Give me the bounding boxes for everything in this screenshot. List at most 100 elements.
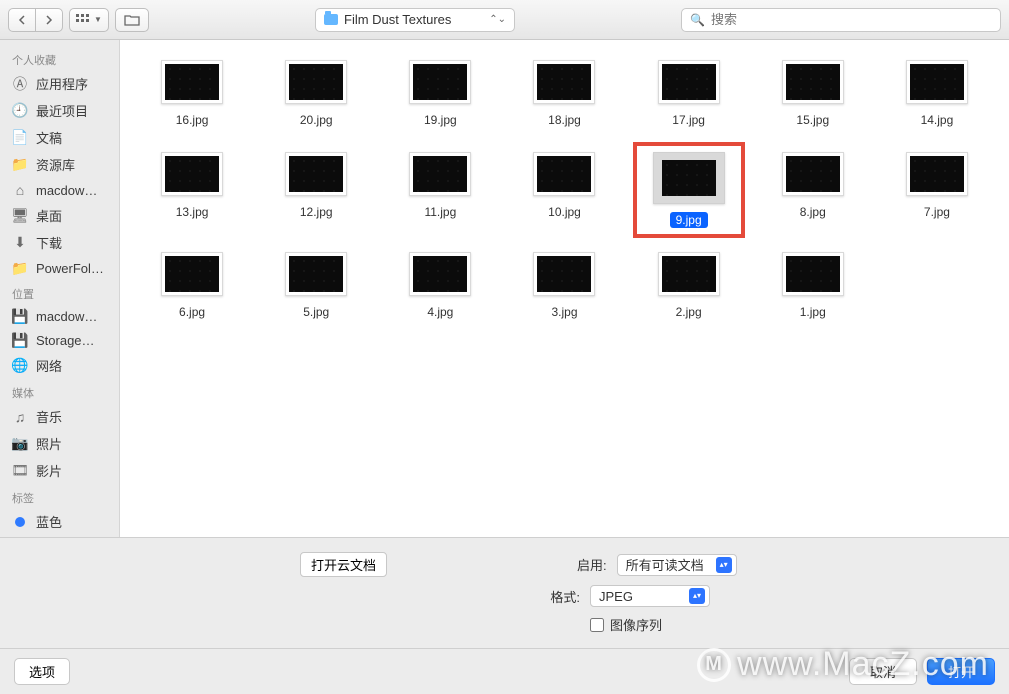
toolbar: ▼ Film Dust Textures ⌃⌄ 🔍 — [0, 0, 1009, 40]
photo-icon: 📷 — [12, 436, 28, 452]
sidebar-item[interactable]: 💾Storage… — [0, 328, 119, 352]
disk-icon: 💾 — [12, 332, 28, 348]
file-thumbnail — [285, 60, 347, 104]
file-item[interactable]: 20.jpg — [254, 60, 378, 128]
file-item[interactable]: 4.jpg — [378, 252, 502, 320]
file-item[interactable]: 11.jpg — [378, 152, 502, 228]
file-name: 2.jpg — [670, 304, 708, 320]
docs-icon: 📄 — [12, 130, 28, 146]
file-item[interactable]: 5.jpg — [254, 252, 378, 320]
options-button[interactable]: 选项 — [14, 658, 70, 685]
sidebar-item[interactable]: 📄文稿 — [0, 124, 119, 151]
enable-label: 启用: — [577, 555, 607, 574]
search-field[interactable]: 🔍 — [681, 8, 1001, 32]
movie-icon: 🎞 — [12, 463, 28, 479]
sequence-checkbox[interactable]: 图像序列 — [590, 615, 989, 634]
file-name: 13.jpg — [170, 204, 215, 220]
sidebar-item[interactable]: 💾macdow… — [0, 304, 119, 328]
sidebar-section-title: 媒体 — [0, 379, 119, 403]
file-name: 10.jpg — [542, 204, 587, 220]
sidebar-item[interactable]: 📁PowerFol… — [0, 256, 119, 280]
sidebar-item[interactable]: 🎞影片 — [0, 457, 119, 484]
file-name: 14.jpg — [915, 112, 960, 128]
thumbnail-image — [413, 156, 467, 192]
file-item[interactable]: 12.jpg — [254, 152, 378, 228]
file-thumbnail — [161, 152, 223, 196]
file-name: 18.jpg — [542, 112, 587, 128]
file-item[interactable]: 19.jpg — [378, 60, 502, 128]
format-select[interactable]: JPEG ▴▾ — [590, 585, 710, 607]
file-item[interactable]: 10.jpg — [502, 152, 626, 228]
file-name: 4.jpg — [421, 304, 459, 320]
download-icon: ⬇ — [12, 235, 28, 251]
updown-icon: ▴▾ — [689, 588, 705, 604]
sidebar-item[interactable]: 蓝色 — [0, 508, 119, 535]
thumbnail-image — [662, 160, 716, 196]
file-item[interactable]: 8.jpg — [751, 152, 875, 228]
file-item[interactable]: 14.jpg — [875, 60, 999, 128]
sidebar-item[interactable]: 📁资源库 — [0, 151, 119, 178]
thumbnail-image — [662, 64, 716, 100]
file-grid-area[interactable]: 16.jpg20.jpg19.jpg 18.jpg 17.jpg 15.jpg 14.j… — [120, 40, 1009, 537]
sequence-input[interactable] — [590, 618, 604, 632]
thumbnail-image — [289, 256, 343, 292]
file-name: 15.jpg — [790, 112, 835, 128]
chevron-right-icon — [45, 15, 53, 25]
file-name: 9.jpg — [670, 212, 708, 228]
file-thumbnail — [409, 252, 471, 296]
sidebar-item-label: macdow… — [36, 309, 97, 324]
watermark-logo-icon: M — [697, 648, 731, 682]
thumbnail-image — [786, 156, 840, 192]
file-item[interactable]: 9.jpg — [627, 152, 751, 228]
thumbnail-image — [537, 156, 591, 192]
sidebar-item-label: 照片 — [36, 434, 62, 453]
sidebar-item[interactable]: 🕘最近项目 — [0, 97, 119, 124]
music-icon: ♫ — [12, 409, 28, 425]
thumbnail-image — [910, 64, 964, 100]
file-item[interactable]: 18.jpg — [502, 60, 626, 128]
group-button[interactable] — [115, 8, 149, 32]
folder-icon: 📁 — [12, 260, 28, 276]
file-item[interactable]: 17.jpg — [627, 60, 751, 128]
file-thumbnail — [161, 252, 223, 296]
file-item[interactable]: 16.jpg — [130, 60, 254, 128]
file-item[interactable]: 6.jpg — [130, 252, 254, 320]
sidebar-item[interactable]: ⌂macdow… — [0, 178, 119, 202]
folder-icon — [324, 14, 338, 25]
file-item[interactable]: 15.jpg — [751, 60, 875, 128]
sidebar-item-label: 桌面 — [36, 206, 62, 225]
globe-icon: 🌐 — [12, 358, 28, 374]
file-item[interactable]: 2.jpg — [627, 252, 751, 320]
file-thumbnail — [533, 60, 595, 104]
cancel-button[interactable]: 取消 — [849, 658, 917, 685]
search-input[interactable] — [711, 12, 992, 27]
file-thumbnail — [782, 252, 844, 296]
thumbnail-image — [289, 156, 343, 192]
sidebar-item[interactable]: 📷 照片 — [0, 430, 119, 457]
sidebar-item[interactable]: 🖥桌面 — [0, 202, 119, 229]
enable-select[interactable]: 所有可读文档 ▴▾ — [617, 554, 737, 576]
file-item[interactable]: 1.jpg — [751, 252, 875, 320]
nav-buttons — [8, 8, 63, 32]
sidebar-item[interactable]: 🌐网络 — [0, 352, 119, 379]
sidebar-item[interactable]: ♫音乐 — [0, 403, 119, 430]
file-item[interactable]: 7.jpg — [875, 152, 999, 228]
view-mode-button[interactable]: ▼ — [69, 8, 109, 32]
path-control[interactable]: Film Dust Textures ⌃⌄ — [315, 8, 515, 32]
file-thumbnail — [285, 252, 347, 296]
main-area: 个人收藏Ⓐ应用程序🕘最近项目📄文稿📁资源库⌂macdow…🖥桌面⬇下载📁Powe… — [0, 40, 1009, 537]
folder-name: Film Dust Textures — [344, 12, 451, 27]
app-icon: Ⓐ — [12, 76, 28, 92]
grid-icon — [76, 14, 90, 26]
back-button[interactable] — [8, 8, 36, 32]
file-item[interactable]: 13.jpg — [130, 152, 254, 228]
open-cloud-button[interactable]: 打开云文档 — [300, 552, 387, 577]
sidebar-item[interactable]: Ⓐ应用程序 — [0, 70, 119, 97]
file-thumbnail — [782, 152, 844, 196]
sidebar-item[interactable]: ⬇下载 — [0, 229, 119, 256]
file-item[interactable]: 3.jpg — [502, 252, 626, 320]
forward-button[interactable] — [35, 8, 63, 32]
folder-icon — [124, 14, 140, 26]
open-button[interactable]: 打开 — [927, 658, 995, 685]
file-name: 8.jpg — [794, 204, 832, 220]
